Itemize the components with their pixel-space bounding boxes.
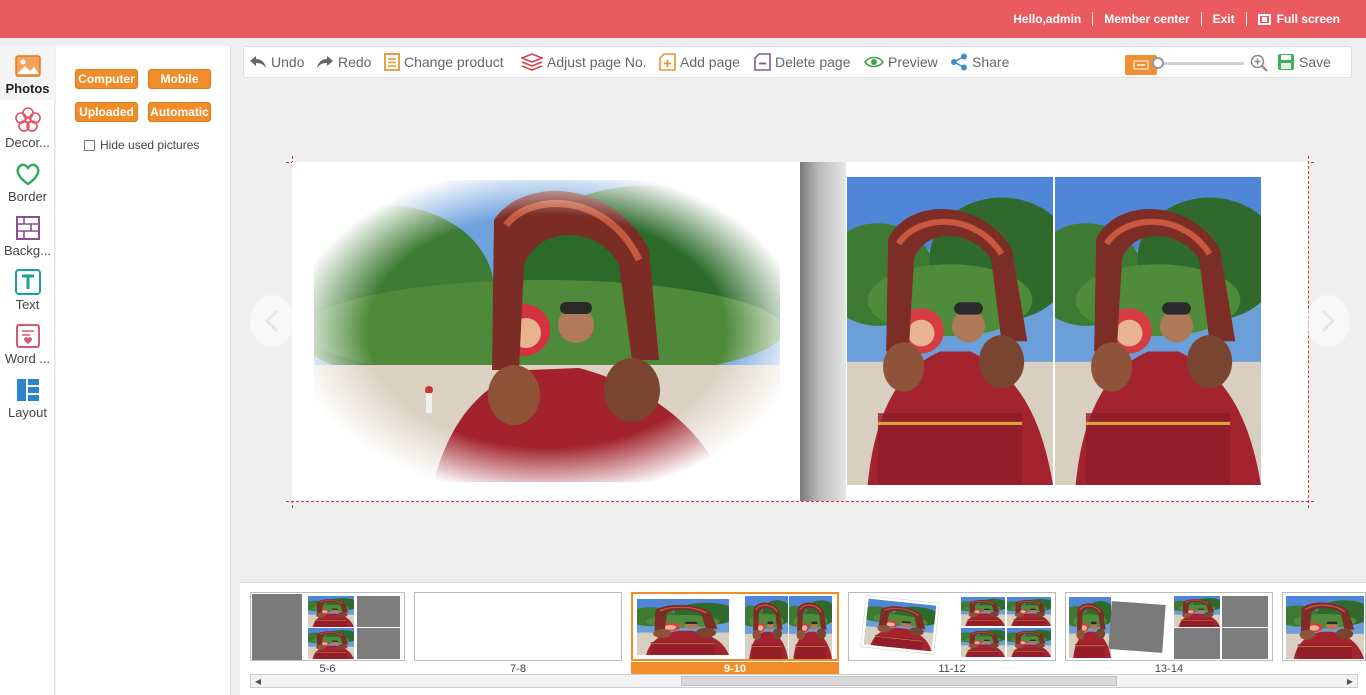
redo-icon bbox=[317, 56, 333, 68]
delete-page-label: Delete page bbox=[775, 54, 851, 70]
rail-item-border[interactable]: Border bbox=[0, 154, 55, 208]
scroll-right-arrow[interactable]: ▶ bbox=[1343, 675, 1357, 687]
redo-label: Redo bbox=[338, 54, 372, 70]
rail-item-decoration[interactable]: Decor... bbox=[0, 100, 55, 154]
divider bbox=[1200, 12, 1202, 26]
thumbnail-5-6[interactable]: 5-6 bbox=[250, 592, 405, 677]
chevron-left-icon bbox=[265, 310, 278, 332]
adjust-page-label: Adjust page No. bbox=[547, 54, 647, 70]
zoom-out-icon bbox=[1133, 60, 1149, 70]
add-page-button[interactable]: Add page bbox=[659, 47, 740, 77]
member-center-link[interactable]: Member center bbox=[1104, 12, 1189, 26]
flower-icon bbox=[14, 107, 41, 132]
save-icon bbox=[1278, 54, 1294, 70]
delete-page-icon bbox=[754, 53, 771, 71]
thumbnail-7-8[interactable]: 7-8 bbox=[414, 592, 622, 677]
left-page-photo[interactable] bbox=[314, 180, 780, 482]
thumbnail-preview bbox=[1065, 592, 1273, 661]
rail-label: Decor... bbox=[5, 135, 50, 150]
thumbnail-preview bbox=[848, 592, 1056, 661]
hide-used-label: Hide used pictures bbox=[100, 138, 200, 152]
album-spread bbox=[292, 162, 1308, 501]
undo-label: Undo bbox=[271, 54, 305, 70]
share-label: Share bbox=[972, 54, 1010, 70]
thumbnail-partial[interactable] bbox=[1282, 592, 1366, 677]
rail-label: Layout bbox=[7, 405, 48, 420]
right-page-photo-2[interactable] bbox=[1055, 177, 1261, 485]
spine-gutter bbox=[800, 162, 846, 501]
save-button[interactable]: Save bbox=[1277, 47, 1331, 77]
preview-button[interactable]: Preview bbox=[864, 47, 938, 77]
hide-used-row: Hide used pictures bbox=[84, 138, 199, 152]
rail-label: Backg... bbox=[4, 243, 51, 258]
full-screen-label: Full screen bbox=[1276, 12, 1340, 26]
computer-button[interactable]: Computer bbox=[75, 69, 138, 89]
rail-item-layout[interactable]: Layout bbox=[0, 370, 55, 424]
change-product-button[interactable]: Change product bbox=[384, 47, 504, 77]
undo-button[interactable]: Undo bbox=[249, 47, 304, 77]
rail-label: Border bbox=[7, 189, 48, 204]
exit-link[interactable]: Exit bbox=[1213, 12, 1235, 26]
background-grid-icon bbox=[15, 216, 40, 240]
full-screen-icon bbox=[1257, 13, 1271, 25]
next-spread-button[interactable] bbox=[1306, 295, 1350, 347]
thumbnail-preview bbox=[250, 592, 405, 661]
thumbnail-preview bbox=[414, 592, 622, 661]
redo-button[interactable]: Redo bbox=[316, 47, 371, 77]
scroll-left-arrow[interactable]: ◀ bbox=[251, 675, 265, 687]
page-guide-bottom bbox=[286, 501, 1314, 502]
editor-toolbar: Undo Redo Change product Adjust page No.… bbox=[243, 46, 1352, 78]
chevron-right-icon bbox=[1322, 310, 1335, 332]
product-list-icon bbox=[384, 53, 400, 71]
word-art-icon bbox=[15, 324, 40, 348]
rail-label: Photos bbox=[5, 81, 50, 96]
thumbnail-9-10[interactable]: 9-10 bbox=[631, 592, 839, 677]
rail-item-background[interactable]: Backg... bbox=[0, 208, 55, 262]
zoom-in-icon[interactable] bbox=[1250, 54, 1268, 72]
uploaded-button[interactable]: Uploaded bbox=[75, 102, 138, 122]
photos-panel: Computer Mobile Uploaded Automatic Hide … bbox=[56, 46, 231, 695]
tool-rail: Photos Decor... Border Backg... Text Wor… bbox=[0, 46, 55, 695]
zoom-slider-handle[interactable] bbox=[1152, 57, 1164, 69]
layout-icon bbox=[16, 379, 39, 401]
rail-item-text[interactable]: Text bbox=[0, 262, 55, 316]
rail-label: Text bbox=[15, 297, 40, 312]
divider bbox=[1092, 12, 1094, 26]
right-page-photo-1[interactable] bbox=[847, 177, 1053, 485]
undo-icon bbox=[250, 56, 266, 68]
greeting-link[interactable]: Hello,admin bbox=[1013, 12, 1081, 26]
full-screen-button[interactable]: Full screen bbox=[1257, 12, 1340, 26]
thumbnail-scrollbar[interactable]: ◀ ▶ bbox=[250, 674, 1358, 688]
share-button[interactable]: Share bbox=[950, 47, 1009, 77]
save-label: Save bbox=[1299, 54, 1331, 70]
delete-page-button[interactable]: Delete page bbox=[754, 47, 851, 77]
thumbnail-preview bbox=[631, 592, 839, 661]
layers-icon bbox=[521, 53, 543, 71]
hide-used-checkbox[interactable] bbox=[84, 139, 95, 151]
divider bbox=[1245, 12, 1247, 26]
prev-spread-button[interactable] bbox=[250, 295, 294, 347]
rail-item-photos[interactable]: Photos bbox=[0, 46, 55, 100]
scrollbar-thumb[interactable] bbox=[681, 676, 1117, 686]
adjust-page-button[interactable]: Adjust page No. bbox=[521, 47, 647, 77]
heart-icon bbox=[16, 163, 39, 186]
preview-label: Preview bbox=[888, 54, 938, 70]
rail-item-word-art[interactable]: Word ... bbox=[0, 316, 55, 370]
thumbnail-preview bbox=[1282, 592, 1366, 661]
photo-icon bbox=[14, 55, 41, 77]
thumbnail-13-14[interactable]: 13-14 bbox=[1065, 592, 1273, 677]
text-t-icon bbox=[14, 269, 41, 295]
top-bar: Hello,admin Member center Exit Full scre… bbox=[0, 0, 1366, 38]
eye-icon bbox=[864, 56, 884, 68]
zoom-slider-track[interactable] bbox=[1154, 62, 1244, 65]
top-nav: Hello,admin Member center Exit Full scre… bbox=[1013, 0, 1340, 38]
rail-label: Word ... bbox=[4, 351, 51, 366]
share-icon bbox=[951, 53, 967, 71]
mobile-button[interactable]: Mobile bbox=[148, 69, 211, 89]
add-page-icon bbox=[659, 53, 676, 71]
add-page-label: Add page bbox=[680, 54, 740, 70]
thumbnail-11-12[interactable]: 11-12 bbox=[848, 592, 1056, 677]
automatic-button[interactable]: Automatic bbox=[148, 102, 211, 122]
change-product-label: Change product bbox=[404, 54, 504, 70]
